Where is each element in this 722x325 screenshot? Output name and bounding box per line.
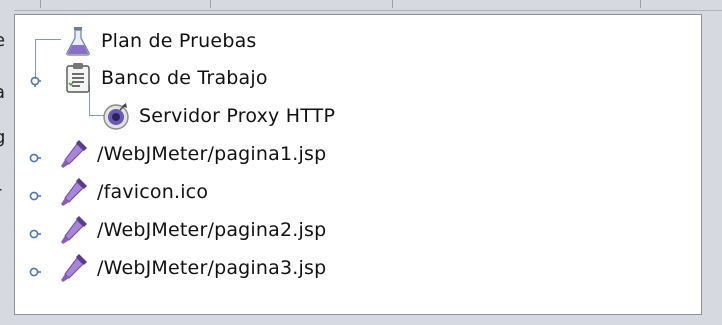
- toolbar-edge: [14, 0, 722, 11]
- tree-node-sampler-pagina1[interactable]: /WebJMeter/pagina1.jsp: [57, 136, 326, 172]
- tree-node-servidor-proxy[interactable]: Servidor Proxy HTTP: [99, 98, 335, 134]
- dropper-icon: [57, 213, 91, 247]
- clipboard-icon: [61, 61, 95, 95]
- left-panel-edge: e a g j r: [0, 0, 14, 325]
- bottom-panel-edge: [14, 315, 704, 325]
- tree-node-label: /WebJMeter/pagina1.jsp: [97, 143, 327, 165]
- tree-node-label: /favicon.ico: [97, 181, 209, 203]
- tree-node-label: Banco de Trabajo: [101, 67, 268, 89]
- tree-node-label: /WebJMeter/pagina3.jsp: [97, 257, 327, 279]
- expand-toggle-icon[interactable]: [29, 149, 41, 163]
- proxy-icon: [99, 99, 133, 133]
- flask-icon: [61, 24, 95, 58]
- dropper-icon: [57, 137, 91, 171]
- tree-node-sampler-favicon[interactable]: /favicon.ico: [57, 174, 208, 210]
- expand-toggle-icon[interactable]: [29, 225, 41, 239]
- dropper-icon: [57, 175, 91, 209]
- expand-toggle-icon[interactable]: [29, 72, 41, 87]
- tree-node-sampler-pagina3[interactable]: /WebJMeter/pagina3.jsp: [57, 250, 326, 286]
- tree-node-label: /WebJMeter/pagina2.jsp: [97, 219, 327, 241]
- right-panel-edge: [704, 14, 722, 325]
- dropper-icon: [57, 251, 91, 285]
- jmeter-tree-window: e a g j r Plan de Pruebas: [0, 0, 722, 325]
- expand-toggle-icon[interactable]: [29, 187, 41, 201]
- tree-node-plan-de-pruebas[interactable]: Plan de Pruebas: [61, 23, 257, 59]
- test-plan-tree[interactable]: Plan de Pruebas Banco de Trabajo Servido…: [14, 14, 702, 315]
- expand-toggle-icon[interactable]: [29, 263, 41, 277]
- tree-node-banco-de-trabajo[interactable]: Banco de Trabajo: [61, 60, 268, 96]
- tree-node-label: Servidor Proxy HTTP: [139, 105, 336, 127]
- tree-node-sampler-pagina2[interactable]: /WebJMeter/pagina2.jsp: [57, 212, 326, 248]
- tree-node-label: Plan de Pruebas: [101, 30, 257, 52]
